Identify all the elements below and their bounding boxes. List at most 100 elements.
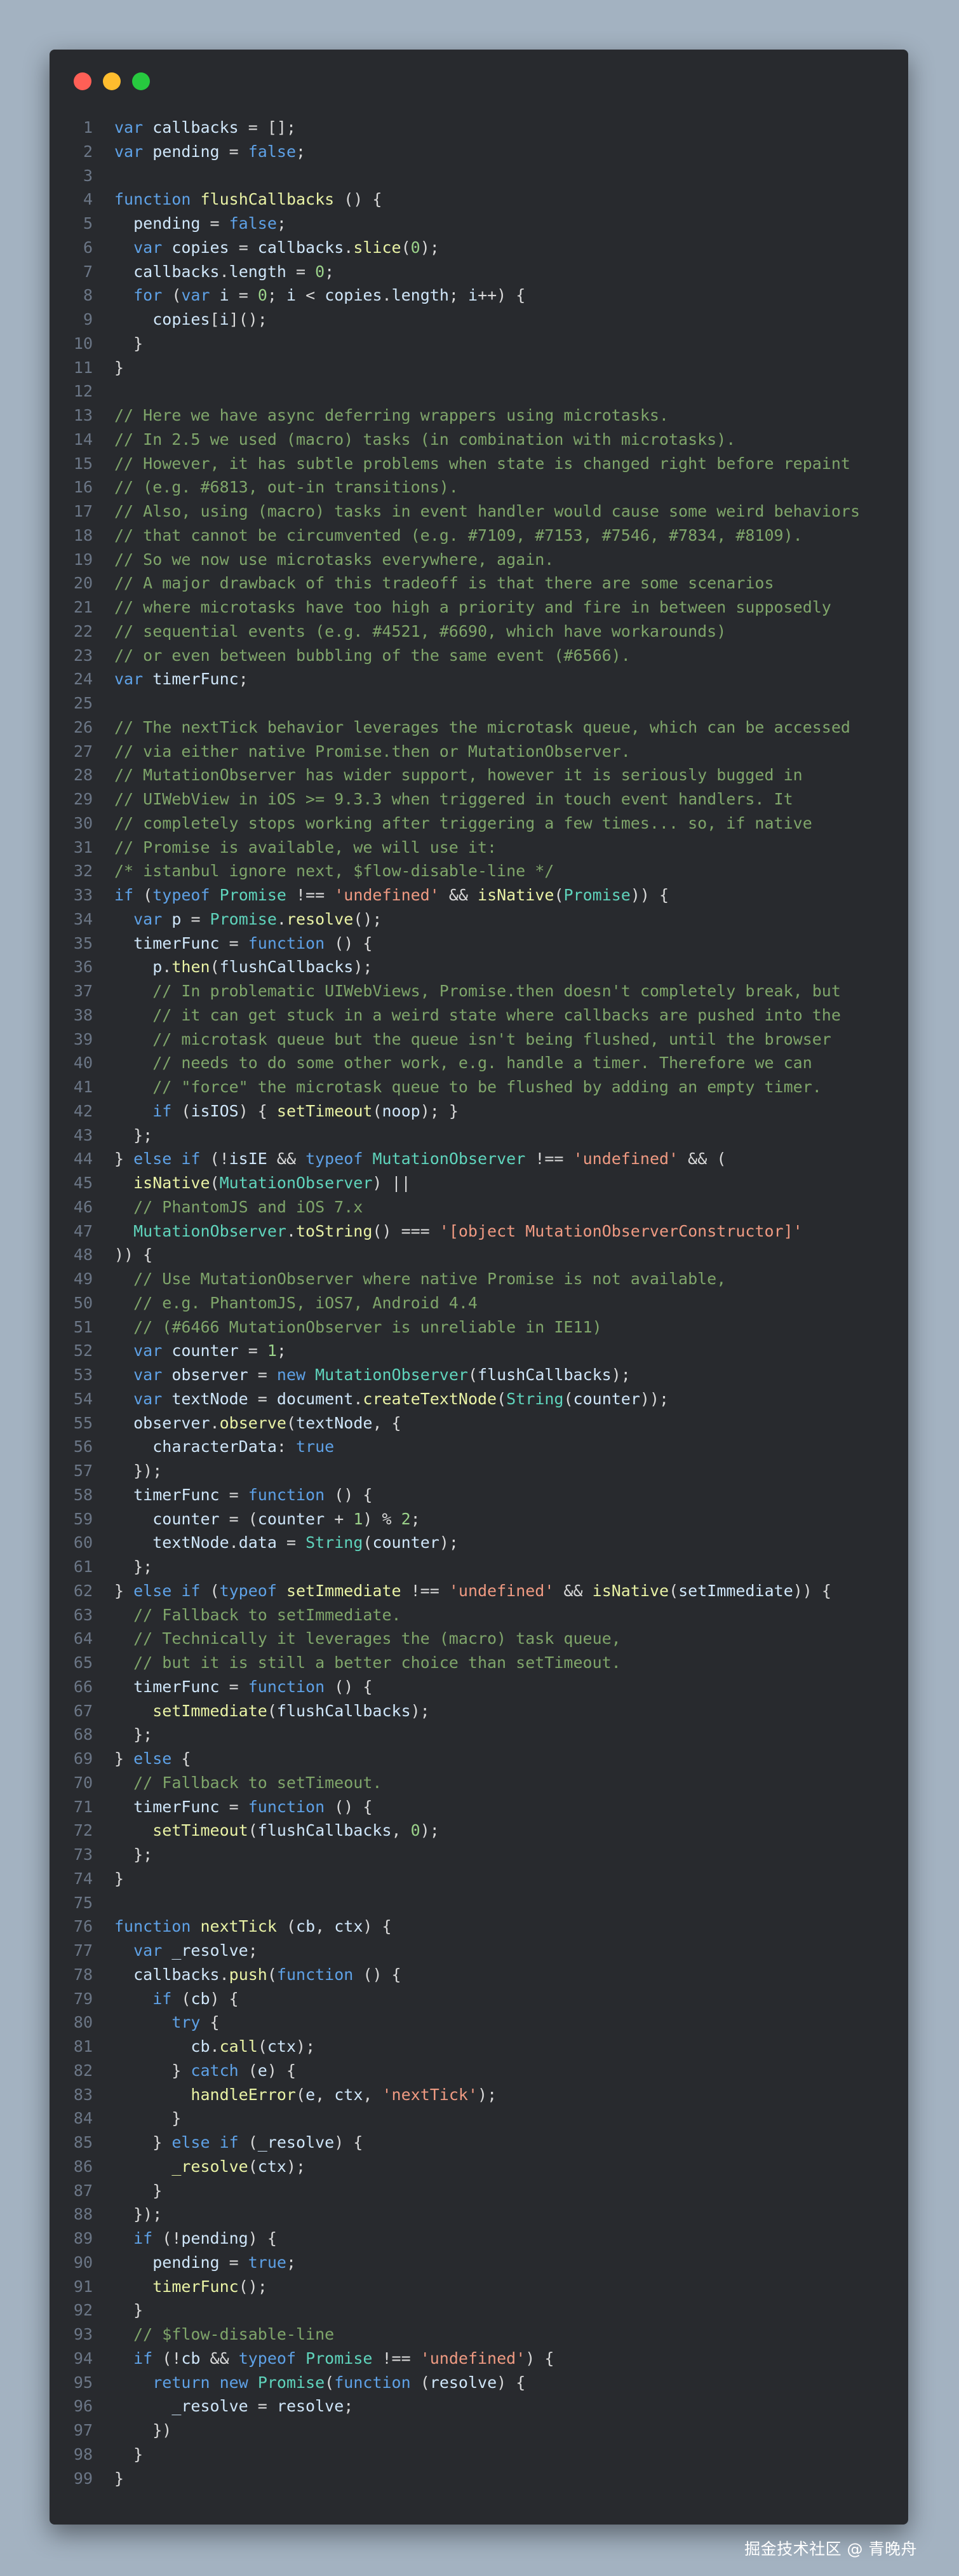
line-number: 13 bbox=[73, 406, 93, 424]
close-dot-icon[interactable] bbox=[74, 72, 91, 90]
code-token: length bbox=[229, 262, 286, 281]
line-source: } catch (e) { bbox=[114, 2059, 296, 2083]
code-token: // where microtasks have too high a prio… bbox=[114, 598, 831, 616]
code-token: && bbox=[200, 2349, 239, 2368]
line-source: if (typeof Promise !== 'undefined' && is… bbox=[114, 883, 669, 907]
minimize-dot-icon[interactable] bbox=[103, 72, 121, 90]
code-token: ); bbox=[420, 238, 439, 257]
code-token: else if bbox=[133, 1149, 201, 1169]
line-number: 64 bbox=[73, 1629, 93, 1648]
line-number: 80 bbox=[73, 2013, 93, 2032]
code-token: resolve bbox=[276, 2397, 344, 2416]
code-token: )) { bbox=[793, 1581, 831, 1600]
code-token: 0 bbox=[410, 238, 420, 257]
code-token: ( bbox=[410, 2373, 430, 2392]
code-token: , bbox=[363, 2085, 382, 2104]
code-token: : bbox=[276, 1437, 296, 1456]
code-token: isNative bbox=[133, 1174, 210, 1192]
code-token: typeof bbox=[152, 886, 210, 904]
line-number: 89 bbox=[73, 2229, 93, 2247]
code-token: ; bbox=[286, 2253, 297, 2272]
code-token: setTimeout bbox=[152, 1821, 248, 1840]
line-number: 77 bbox=[73, 1941, 93, 1960]
code-token: = bbox=[229, 238, 258, 257]
code-line: 42 if (isIOS) { setTimeout(noop); } bbox=[50, 1099, 908, 1123]
code-token: ( bbox=[554, 886, 564, 904]
code-token: // In 2.5 we used (macro) tasks (in comb… bbox=[114, 430, 736, 449]
line-number: 87 bbox=[73, 2181, 93, 2200]
line-source: // Fallback to setImmediate. bbox=[114, 1603, 401, 1627]
code-token: ; bbox=[325, 262, 335, 281]
code-token: // it can get stuck in a weird state whe… bbox=[152, 1005, 841, 1024]
code-token: ( bbox=[267, 1701, 277, 1720]
code-line: 9 copies[i](); bbox=[50, 308, 908, 332]
code-token: toString bbox=[296, 1221, 373, 1240]
line-source: handleError(e, ctx, 'nextTick'); bbox=[114, 2083, 497, 2107]
code-token: return bbox=[152, 2373, 210, 2392]
line-source: characterData: true bbox=[114, 1435, 334, 1459]
code-token: { bbox=[200, 2013, 220, 2032]
code-token: , { bbox=[372, 1413, 401, 1432]
line-source: // it can get stuck in a weird state whe… bbox=[114, 1003, 841, 1027]
line-source: } bbox=[114, 2298, 143, 2322]
code-token: '[object MutationObserverConstructor]' bbox=[439, 1221, 803, 1240]
line-number: 34 bbox=[73, 909, 93, 928]
code-token: } bbox=[114, 2061, 191, 2080]
code-line: 96 _resolve = resolve; bbox=[50, 2394, 908, 2418]
code-token: = bbox=[219, 1677, 248, 1696]
code-token: flushCallbacks bbox=[257, 1821, 392, 1840]
line-source: var textNode = document.createTextNode(S… bbox=[114, 1387, 669, 1411]
code-token: resolve bbox=[429, 2373, 497, 2392]
code-line: 49 // Use MutationObserver where native … bbox=[50, 1267, 908, 1291]
maximize-dot-icon[interactable] bbox=[132, 72, 150, 90]
code-line: 90 pending = true; bbox=[50, 2251, 908, 2275]
code-token: () { bbox=[325, 1677, 373, 1696]
line-number: 73 bbox=[73, 1845, 93, 1864]
code-line: 55 observer.observe(textNode, { bbox=[50, 1411, 908, 1435]
line-source: // that cannot be circumvented (e.g. #71… bbox=[114, 524, 803, 548]
code-token: // In problematic UIWebViews, Promise.th… bbox=[152, 982, 841, 1000]
code-token: slice bbox=[353, 238, 401, 257]
code-token: var bbox=[133, 1366, 163, 1384]
code-token: new bbox=[219, 2373, 248, 2392]
code-line: 37 // In problematic UIWebViews, Promise… bbox=[50, 979, 908, 1003]
line-source: var pending = false; bbox=[114, 140, 305, 164]
code-token: ; bbox=[344, 2397, 354, 2416]
code-token: cb bbox=[181, 2349, 201, 2368]
line-number: 58 bbox=[73, 1485, 93, 1504]
code-token: = bbox=[238, 1341, 267, 1360]
code-line: 11} bbox=[50, 356, 908, 380]
line-number: 60 bbox=[73, 1533, 93, 1552]
code-token: , bbox=[391, 1821, 411, 1840]
line-source: var timerFunc; bbox=[114, 667, 248, 691]
code-token: typeof bbox=[305, 1149, 363, 1169]
line-source: // However, it has subtle problems when … bbox=[114, 452, 850, 476]
code-line: 31 // Promise is available, we will use i… bbox=[50, 836, 908, 860]
code-token: ( bbox=[267, 1965, 277, 1984]
line-source: }); bbox=[114, 1459, 162, 1483]
code-line: 19 // So we now use microtasks everywhere… bbox=[50, 548, 908, 572]
code-token: ) { bbox=[334, 2133, 363, 2152]
code-token: // but it is still a better choice than … bbox=[133, 1653, 621, 1672]
line-number: 96 bbox=[73, 2397, 93, 2416]
code-token: = bbox=[219, 1485, 248, 1504]
code-token: ( bbox=[257, 2037, 267, 2056]
code-token: ) { bbox=[267, 2061, 297, 2080]
code-token: }; bbox=[114, 1125, 153, 1144]
line-number: 49 bbox=[73, 1270, 93, 1288]
code-token: timerFunc bbox=[152, 2277, 239, 2296]
code-line: 87 } bbox=[50, 2179, 908, 2203]
code-token: // Fallback to setTimeout. bbox=[133, 1773, 382, 1792]
code-token: // microtask queue but the queue isn't b… bbox=[152, 1029, 831, 1048]
code-line: 47 MutationObserver.toString() === '[obj… bbox=[50, 1219, 908, 1244]
